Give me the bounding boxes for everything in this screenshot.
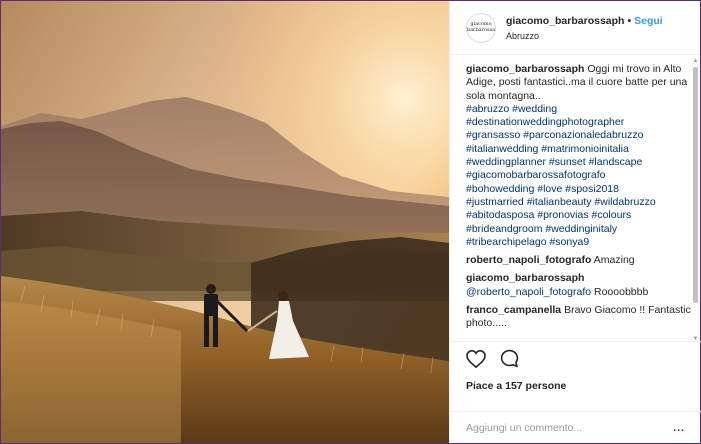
add-comment-bar: ... (450, 411, 701, 443)
location-link[interactable]: Abruzzo (506, 31, 663, 41)
avatar-logo-text: giacomo barbarossa (466, 21, 496, 33)
post-sidebar: giacomo barbarossa giacomo_barbarossaph •… (449, 1, 701, 443)
author-info: giacomo_barbarossaph • Segui Abruzzo (506, 15, 663, 41)
separator-dot: • (627, 14, 632, 27)
comment-item: franco_campanella Bravo Giacomo !! Fanta… (466, 304, 694, 331)
comment-username[interactable]: giacomo_barbarossaph (466, 63, 584, 75)
comments-list[interactable]: giacomo_barbarossaph Oggi mi trovo in Al… (466, 63, 694, 341)
hashtag-line[interactable]: #gransasso #parconazionaledabruzzo (466, 129, 694, 142)
hashtag-line[interactable]: #justmarried #italianbeauty #wildabruzzo (466, 196, 694, 209)
hashtag-line[interactable]: #brideandgroom #weddinginitaly (466, 223, 694, 236)
scrollbar-thumb[interactable] (693, 67, 698, 303)
comment-bubble-icon[interactable] (500, 349, 519, 371)
comments-scrollbar[interactable]: ▲ ▼ (692, 57, 699, 343)
avatar[interactable]: giacomo barbarossa (466, 12, 496, 43)
scroll-up-arrow-icon[interactable]: ▲ (692, 57, 699, 65)
comment-username[interactable]: giacomo_barbarossaph (466, 272, 584, 284)
post-actions: Piace a 157 persone (450, 341, 701, 401)
follow-button[interactable]: Segui (634, 15, 663, 27)
hashtag-line[interactable]: #weddingplanner #sunset #landscape (466, 156, 694, 169)
comment-text: Amazing (593, 254, 635, 267)
hashtag-line[interactable]: #giacomobarbarossafotografo (466, 169, 694, 182)
comment-mention[interactable]: @roberto_napoli_fotografo (466, 286, 591, 298)
post-header: giacomo barbarossa giacomo_barbarossaph •… (450, 1, 700, 55)
hashtag-line[interactable]: #abruzzo #wedding (466, 103, 694, 116)
caption-comment: giacomo_barbarossaph Oggi mi trovo in Al… (466, 63, 694, 249)
comment-username[interactable]: franco_campanella (466, 304, 561, 316)
hashtag-line[interactable]: #italianwedding #matrimonioinitalia (466, 143, 694, 156)
likes-count[interactable]: Piace a 157 persone (466, 380, 685, 392)
comment-username[interactable]: roberto_napoli_fotografo (466, 254, 591, 266)
hashtag-line[interactable]: #destinationweddingphotographer (466, 116, 694, 129)
hashtag-line[interactable]: #tribearchipelago #sonya9 (466, 236, 694, 249)
more-options-icon[interactable]: ... (673, 422, 685, 434)
comment-item: giacomo_barbarossaph @roberto_napoli_fot… (466, 272, 694, 299)
post-photo[interactable] (1, 1, 449, 443)
hashtag-line[interactable]: #abitodasposa #pronovias #colours (466, 209, 694, 222)
hashtag-line[interactable]: #bohowedding #love #sposi2018 (466, 183, 694, 196)
heart-icon[interactable] (466, 349, 486, 371)
author-username-link[interactable]: giacomo_barbarossaph (506, 15, 624, 27)
wedding-sunset-image (1, 1, 449, 443)
comment-item: roberto_napoli_fotografo Amazing (466, 254, 694, 267)
comment-text: Roooobbbb (594, 285, 649, 298)
comment-input[interactable] (466, 421, 656, 434)
